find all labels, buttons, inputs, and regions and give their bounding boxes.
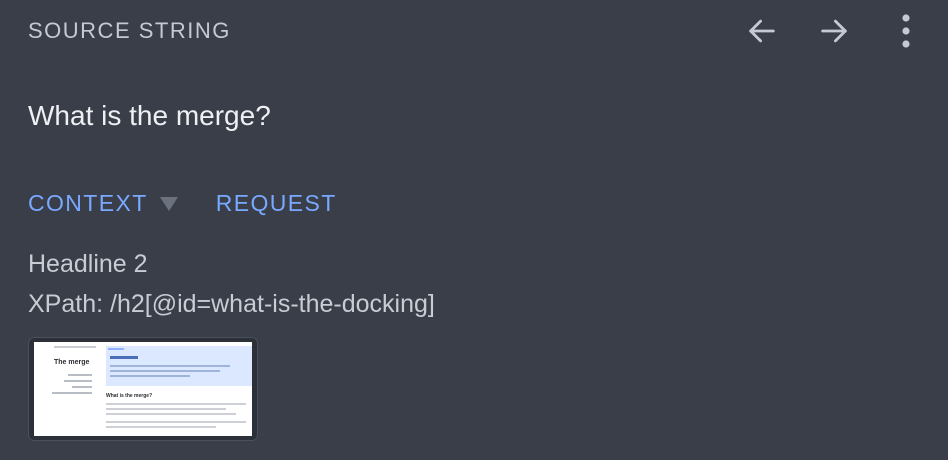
thumbnail-sidebar-title: The merge: [54, 359, 90, 366]
context-tabs: CONTEXT REQUEST: [28, 190, 337, 217]
context-details: Headline 2 XPath: /h2[@id=what-is-the-do…: [28, 244, 435, 324]
tab-request-label: REQUEST: [215, 190, 337, 216]
tab-request[interactable]: REQUEST: [216, 190, 337, 217]
caret-down-icon[interactable]: [159, 196, 178, 211]
more-options-button[interactable]: [884, 9, 928, 53]
header-actions: [740, 9, 928, 53]
more-vertical-icon: [902, 14, 910, 48]
arrow-left-icon: [749, 19, 775, 43]
thumbnail-content-heading: What is the merge?: [106, 393, 152, 399]
element-type: Headline 2: [28, 250, 148, 278]
forward-button[interactable]: [812, 9, 856, 53]
screenshot-thumbnail[interactable]: The merge What is the merge?: [28, 337, 258, 441]
tab-context-label: CONTEXT: [28, 190, 148, 216]
arrow-right-icon: [821, 19, 847, 43]
back-button[interactable]: [740, 9, 784, 53]
section-label: SOURCE STRING: [28, 18, 231, 43]
source-string-text: What is the merge?: [28, 100, 271, 131]
page-preview-image: The merge What is the merge?: [34, 342, 252, 436]
tab-context[interactable]: CONTEXT: [28, 190, 178, 217]
header: SOURCE STRING: [28, 14, 928, 48]
xpath-text: XPath: /h2[@id=what-is-the-docking]: [28, 290, 435, 318]
thumbnail-image: The merge What is the merge?: [34, 342, 252, 436]
